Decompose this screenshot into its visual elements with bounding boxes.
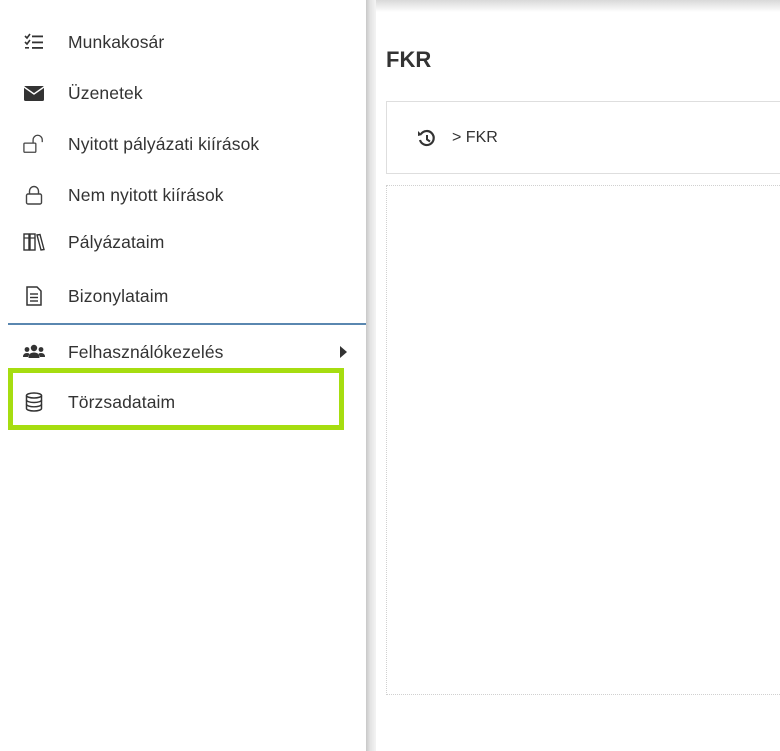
sidebar-item-felhasznalokezeles[interactable]: Felhasználókezelés (0, 330, 366, 374)
sidebar-item-label: Munkakosár (68, 31, 165, 52)
sidebar-item-label: Felhasználókezelés (68, 341, 224, 362)
breadcrumb-item[interactable]: > FKR (452, 129, 498, 147)
sidebar: Munkakosár Üzenetek Nyitott pályázati ki… (0, 0, 366, 751)
sidebar-item-torzsadataim[interactable]: Törzsadataim (0, 380, 366, 424)
sidebar-item-munkakosar[interactable]: Munkakosár (0, 20, 366, 64)
sidebar-item-nem-nyitott-kiirasok[interactable]: Nem nyitott kiírások (0, 173, 366, 217)
history-icon[interactable] (417, 129, 437, 149)
sidebar-item-label: Pályázataim (68, 231, 165, 252)
sidebar-item-label: Bizonylataim (68, 285, 169, 306)
sidebar-item-label: Nem nyitott kiírások (68, 184, 224, 205)
envelope-icon (23, 82, 45, 104)
unlock-icon (23, 133, 45, 155)
sidebar-item-label: Törzsadataim (68, 391, 176, 412)
database-icon (23, 391, 45, 413)
page-title: FKR (386, 47, 432, 72)
sidebar-item-palyazataim[interactable]: Pályázataim (0, 220, 366, 264)
users-icon (23, 341, 45, 363)
caret-right-icon (340, 346, 347, 358)
content-area (386, 185, 780, 695)
sidebar-separator (8, 323, 366, 325)
sidebar-item-bizonylataim[interactable]: Bizonylataim (0, 274, 366, 318)
books-icon (23, 231, 45, 253)
sidebar-item-uzenetek[interactable]: Üzenetek (0, 71, 366, 115)
lock-icon (23, 184, 45, 206)
sidebar-item-nyitott-kiirasok[interactable]: Nyitott pályázati kiírások (0, 122, 366, 166)
breadcrumb: > FKR (386, 101, 780, 174)
sidebar-item-label: Nyitott pályázati kiírások (68, 133, 260, 154)
sidebar-shadow (366, 0, 376, 751)
document-icon (23, 285, 45, 307)
checklist-icon (23, 31, 45, 53)
sidebar-item-label: Üzenetek (68, 82, 143, 103)
top-bar-shadow (376, 0, 780, 12)
